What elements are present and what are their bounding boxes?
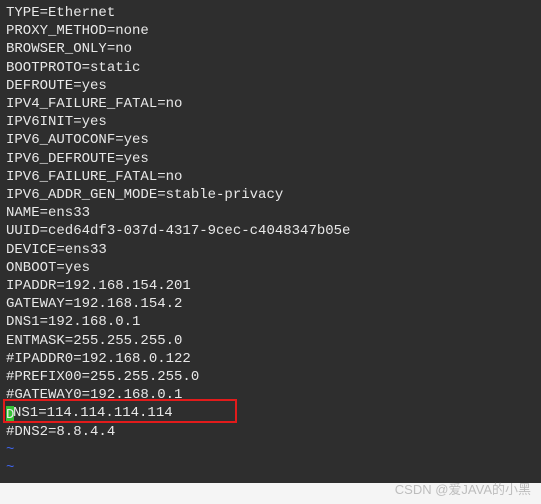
cfg-line: TYPE=Ethernet — [6, 4, 535, 22]
cfg-line: ENTMASK=255.255.255.0 — [6, 332, 535, 350]
cfg-line: DNS1=192.168.0.1 — [6, 313, 535, 331]
config-terminal[interactable]: TYPE=Ethernet PROXY_METHOD=none BROWSER_… — [0, 0, 541, 483]
cfg-line: UUID=ced64df3-037d-4317-9cec-c4048347b05… — [6, 222, 535, 240]
cfg-line: BROWSER_ONLY=no — [6, 40, 535, 58]
cfg-line: #DNS2=8.8.4.4 — [6, 423, 535, 441]
cfg-line: IPV4_FAILURE_FATAL=no — [6, 95, 535, 113]
cfg-line: IPV6_AUTOCONF=yes — [6, 131, 535, 149]
cfg-line: DEFROUTE=yes — [6, 77, 535, 95]
cfg-line: ONBOOT=yes — [6, 259, 535, 277]
watermark: CSDN @爱JAVA的小黑 — [395, 479, 531, 498]
cfg-line: BOOTPROTO=static — [6, 59, 535, 77]
cfg-line: DEVICE=ens33 — [6, 241, 535, 259]
cfg-line: GATEWAY=192.168.154.2 — [6, 295, 535, 313]
cfg-line: PROXY_METHOD=none — [6, 22, 535, 40]
cfg-line: IPV6_DEFROUTE=yes — [6, 150, 535, 168]
vim-tilde: ~ — [6, 459, 535, 477]
cfg-line: IPV6_ADDR_GEN_MODE=stable-privacy — [6, 186, 535, 204]
cfg-line: #IPADDR0=192.168.0.122 — [6, 350, 535, 368]
cfg-line: #PREFIX00=255.255.255.0 — [6, 368, 535, 386]
cfg-line: IPADDR=192.168.154.201 — [6, 277, 535, 295]
highlight-box — [3, 399, 237, 423]
vim-tilde: ~ — [6, 441, 535, 459]
cfg-line: IPV6_FAILURE_FATAL=no — [6, 168, 535, 186]
cfg-line: NAME=ens33 — [6, 204, 535, 222]
cfg-line: IPV6INIT=yes — [6, 113, 535, 131]
